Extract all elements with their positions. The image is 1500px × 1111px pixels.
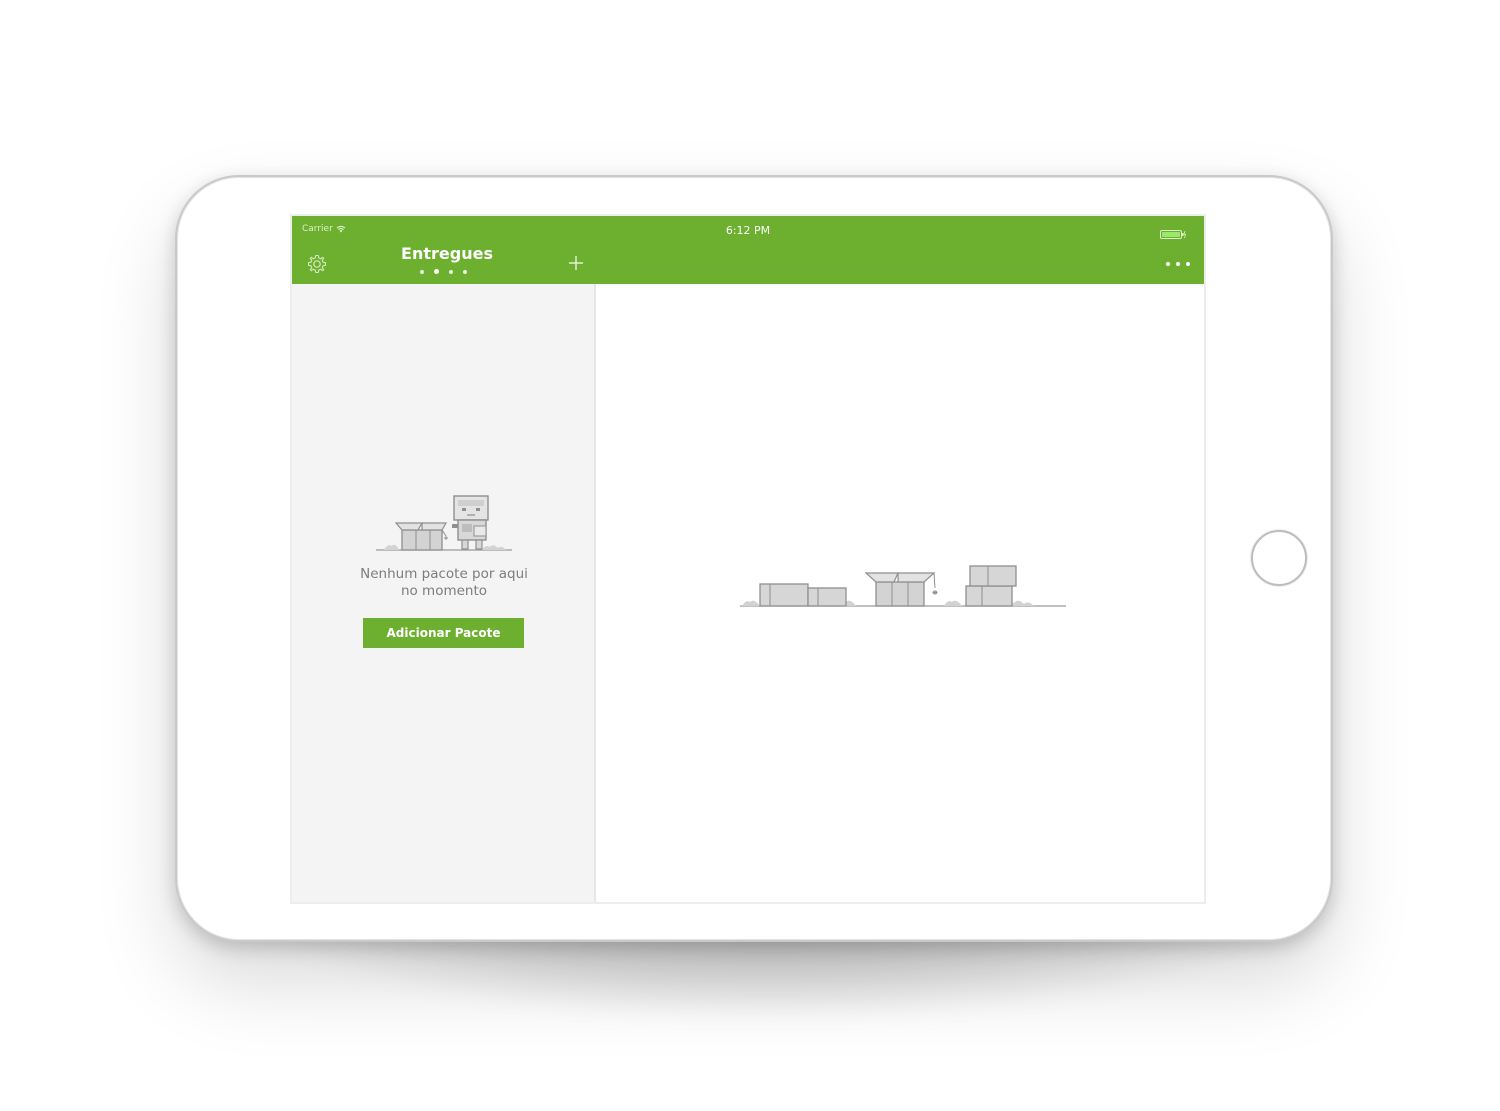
empty-message-line1: Nenhum pacote por aqui xyxy=(360,566,528,582)
plus-icon[interactable] xyxy=(567,254,585,272)
page-dot[interactable] xyxy=(449,269,453,274)
page-dot-active[interactable] xyxy=(434,269,439,274)
empty-state-illustration xyxy=(374,492,514,554)
gear-icon[interactable] xyxy=(306,253,328,275)
empty-state-message: Nenhum pacote por aqui no momento xyxy=(292,566,596,600)
master-panel: Nenhum pacote por aqui no momento Adicio… xyxy=(292,284,596,902)
battery-icon xyxy=(1160,224,1187,239)
page-dot[interactable] xyxy=(420,269,424,274)
empty-message-line2: no momento xyxy=(400,583,488,599)
more-dot xyxy=(1176,262,1180,266)
boxes-illustration xyxy=(738,562,1068,610)
more-dot xyxy=(1186,262,1190,266)
home-button[interactable] xyxy=(1251,530,1307,586)
more-dot xyxy=(1166,262,1170,266)
status-time: 6:12 PM xyxy=(725,224,771,237)
page-title: Entregues xyxy=(401,244,493,263)
stage: Carrier 6:12 PM Entregues Nenhum pacote … xyxy=(0,0,1500,1111)
app-screen: Carrier 6:12 PM Entregues Nenhum pacote … xyxy=(290,214,1206,904)
navigation-bar: Carrier 6:12 PM Entregues xyxy=(292,216,1204,284)
more-icon[interactable] xyxy=(1166,262,1190,266)
page-indicator[interactable] xyxy=(420,269,467,274)
add-package-button[interactable]: Adicionar Pacote xyxy=(363,618,524,648)
page-dot[interactable] xyxy=(463,269,467,274)
detail-panel xyxy=(596,284,1204,902)
